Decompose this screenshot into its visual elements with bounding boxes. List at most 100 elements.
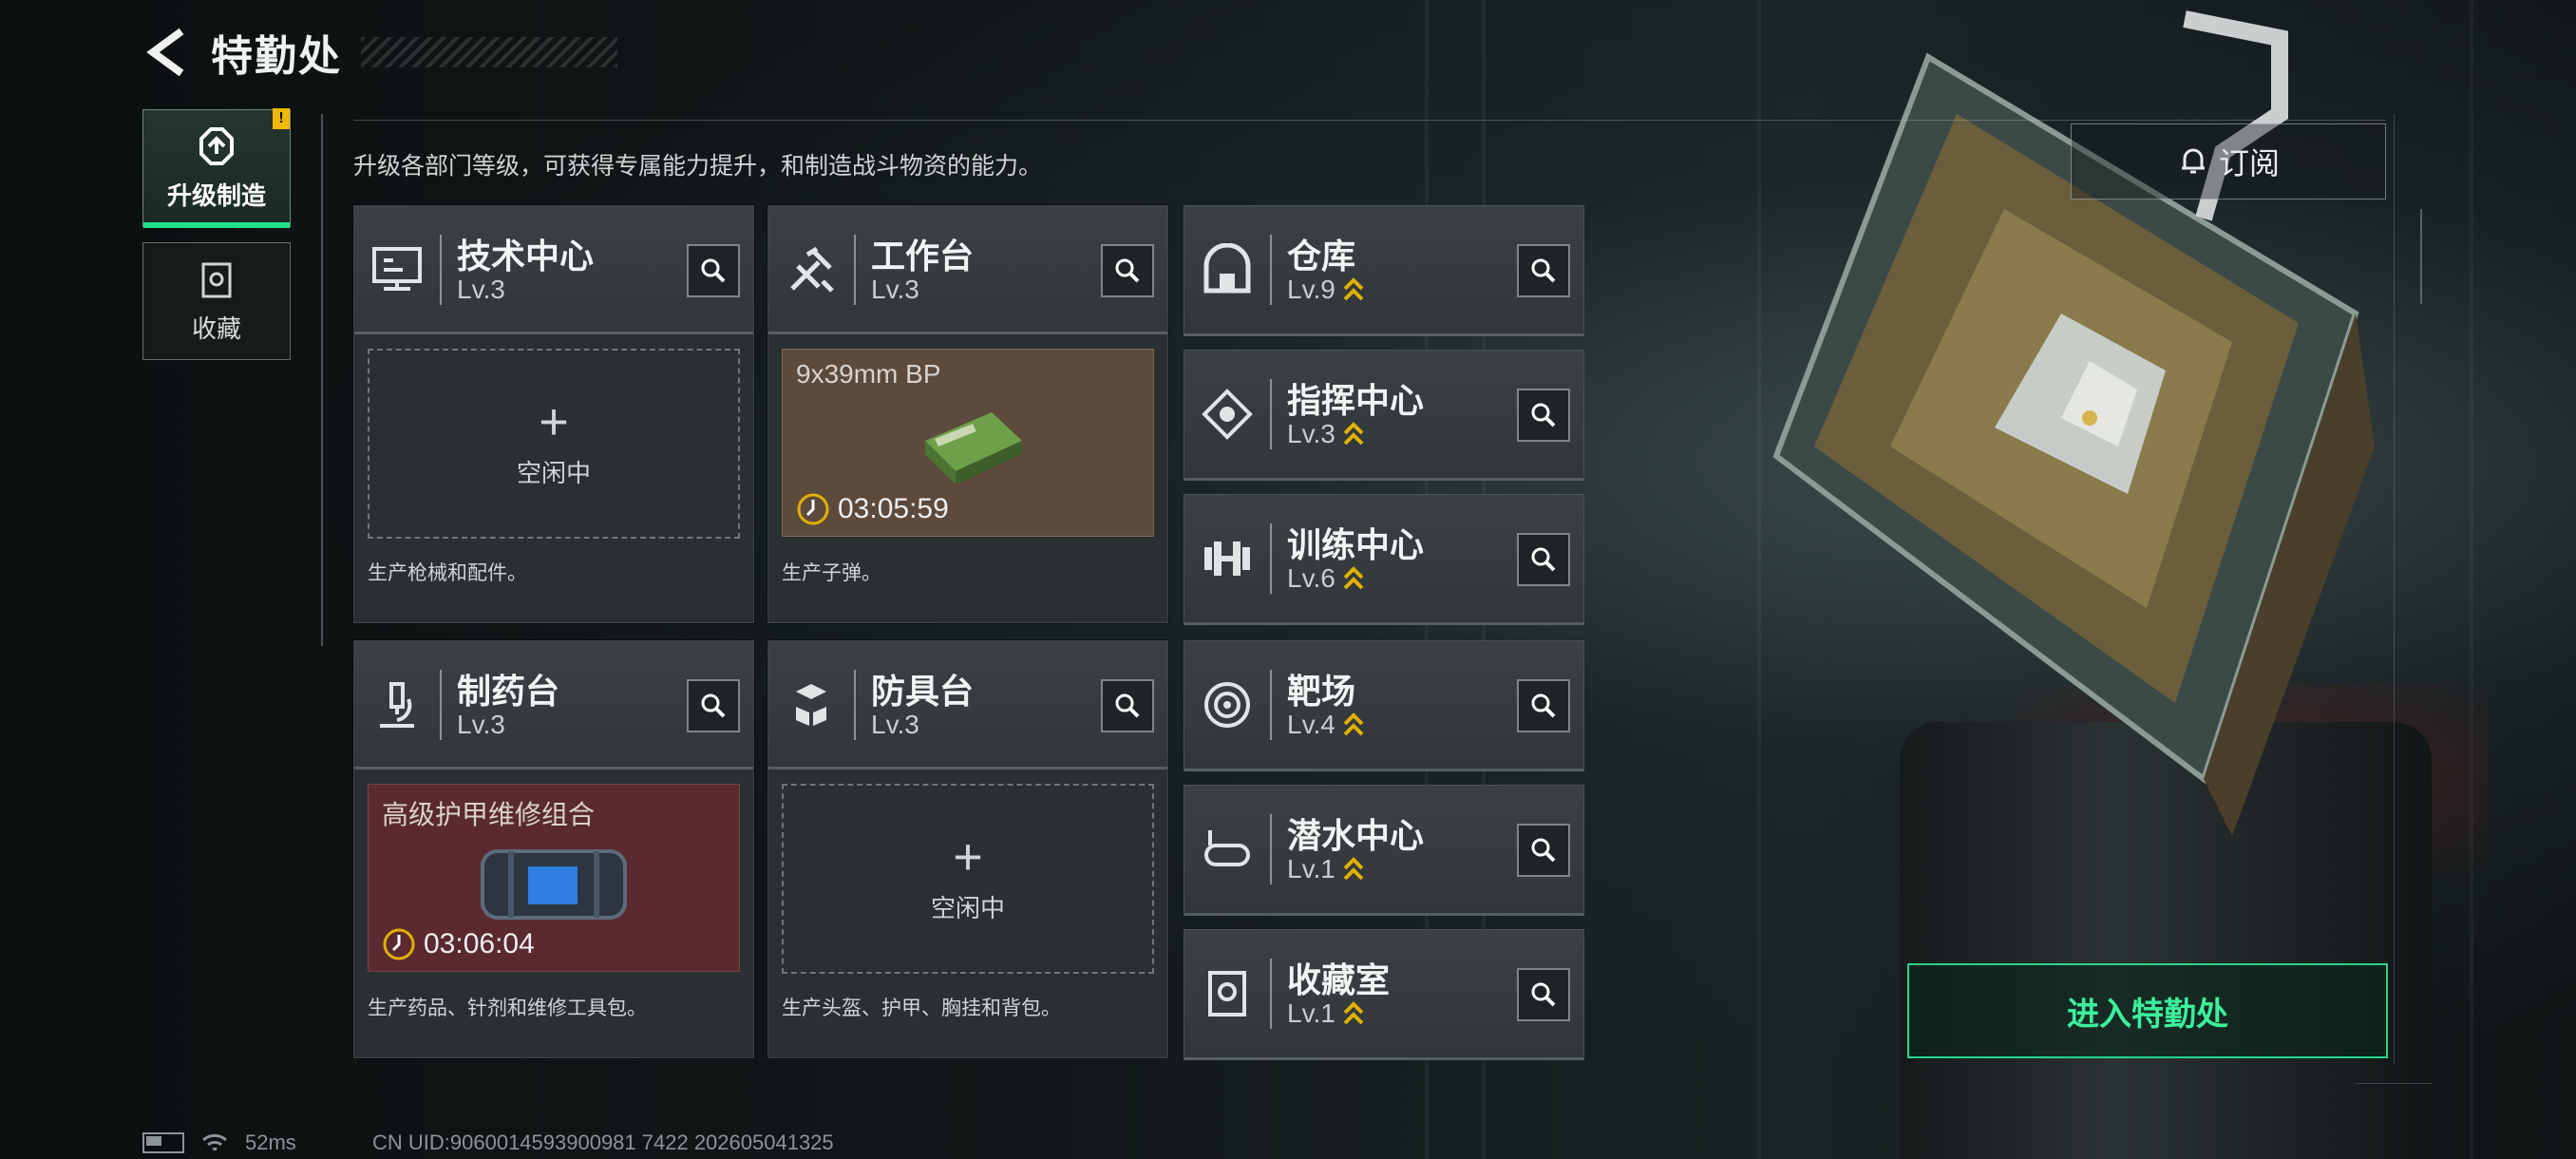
upgrade-available-icon: [1343, 712, 1364, 736]
page-header: 特勤处: [142, 24, 617, 81]
search-icon: [1531, 258, 1556, 283]
cubes-icon: [782, 675, 841, 734]
department-card-warehouse[interactable]: 仓库 Lv.9: [1184, 205, 1584, 336]
station-card-pharmacy[interactable]: 制药台 Lv.3 高级护甲维修组合 03:06:04 生产药品、针剂和维修工具包…: [353, 640, 754, 1058]
command-icon: [1198, 385, 1257, 444]
department-card-collection-room[interactable]: 收藏室 Lv.1: [1184, 929, 1584, 1060]
search-button[interactable]: [1101, 679, 1154, 732]
station-level: Lv.3: [871, 710, 919, 739]
ammo-box-image: [925, 412, 1022, 484]
department-name: 仓库: [1287, 237, 1356, 276]
search-icon: [701, 694, 726, 718]
department-name: 收藏室: [1287, 960, 1391, 999]
diving-icon: [1198, 820, 1257, 879]
production-slot-empty[interactable]: + 空闲中: [782, 784, 1154, 974]
department-level: Lv.1: [1287, 854, 1364, 884]
search-icon: [1115, 258, 1140, 283]
station-level: Lv.3: [457, 710, 505, 739]
department-card-diving-center[interactable]: 潜水中心 Lv.1: [1184, 785, 1584, 916]
collection-icon: [201, 262, 232, 297]
item-name: 高级护甲维修组合: [382, 800, 596, 829]
department-card-training-center[interactable]: 训练中心 Lv.6: [1184, 494, 1584, 625]
upgrade-available-icon: [1343, 1001, 1364, 1025]
search-button[interactable]: [1517, 968, 1570, 1021]
search-icon: [1115, 694, 1140, 718]
station-card-armor-bench[interactable]: 防具台 Lv.3 + 空闲中 生产头盔、护甲、胸挂和背包。: [767, 640, 1168, 1058]
item-name: 9x39mm BP: [796, 359, 941, 389]
bell-icon: [2181, 148, 2205, 174]
tab-collection[interactable]: 收藏: [142, 242, 291, 360]
dumbbell-icon: [1198, 529, 1257, 588]
station-card-workbench[interactable]: 工作台 Lv.3 9x39mm BP 03:05:59 生产子弹。: [767, 205, 1168, 623]
department-card-shooting-range[interactable]: 靶场 Lv.4: [1184, 640, 1584, 771]
upgrade-available-icon: [1343, 566, 1364, 590]
production-slot-active[interactable]: 9x39mm BP 03:05:59: [782, 349, 1154, 537]
department-level: Lv.1: [1287, 998, 1364, 1029]
slot-status: 空闲中: [516, 458, 591, 487]
production-slot-empty[interactable]: + 空闲中: [368, 349, 740, 539]
search-icon: [1531, 838, 1556, 863]
search-icon: [1531, 403, 1556, 428]
station-name: 制药台: [457, 672, 560, 711]
station-description: 生产子弹。: [782, 562, 881, 584]
tab-upgrade-craft[interactable]: ! 升级制造: [142, 108, 291, 228]
search-icon: [1531, 547, 1556, 572]
search-button[interactable]: [1517, 244, 1570, 297]
search-button[interactable]: [1517, 679, 1570, 732]
battery-icon: [142, 1132, 184, 1153]
department-card-command-center[interactable]: 指挥中心 Lv.3: [1184, 350, 1584, 481]
enter-special-ops-button[interactable]: 进入特勤处: [1907, 963, 2388, 1058]
department-level: Lv.4: [1287, 710, 1364, 740]
station-name: 技术中心: [457, 237, 595, 276]
add-icon: +: [953, 827, 983, 885]
search-button[interactable]: [687, 244, 740, 297]
station-name: 工作台: [871, 237, 975, 276]
subscribe-button[interactable]: 订阅: [2071, 124, 2386, 200]
upgrade-available-icon: [1343, 277, 1364, 301]
upgrade-available-icon: [1343, 857, 1364, 881]
station-level: Lv.3: [871, 275, 919, 304]
station-name: 防具台: [871, 672, 975, 711]
department-level: Lv.3: [1287, 419, 1364, 449]
search-button[interactable]: [1517, 533, 1570, 586]
page-title: 特勤处: [211, 33, 342, 80]
department-level: Lv.9: [1287, 275, 1364, 305]
tools-icon: [782, 240, 841, 299]
divider: [321, 114, 323, 646]
add-icon: +: [539, 392, 569, 450]
production-slot-active[interactable]: 高级护甲维修组合 03:06:04: [368, 784, 740, 972]
search-button[interactable]: [687, 679, 740, 732]
production-timer: 03:05:59: [796, 492, 949, 526]
user-uid: CN UID:9060014593900981 7422 20260504132…: [372, 1130, 834, 1154]
divider: [353, 120, 2386, 121]
status-bar: 52ms: [142, 1130, 296, 1155]
collection-icon: [1198, 964, 1257, 1023]
tab-label: 升级制造: [166, 180, 266, 210]
department-name: 指挥中心: [1287, 381, 1425, 420]
search-icon: [701, 258, 726, 283]
title-decoration: [361, 37, 617, 67]
station-level: Lv.3: [457, 275, 505, 304]
target-icon: [1198, 675, 1257, 734]
department-name: 训练中心: [1287, 525, 1425, 564]
warehouse-icon: [1198, 240, 1257, 299]
production-timer: 03:06:04: [382, 927, 535, 961]
upgrade-available-icon: [1343, 422, 1364, 446]
department-name: 靶场: [1287, 672, 1356, 711]
tab-label: 收藏: [191, 314, 241, 343]
notification-badge: !: [273, 108, 290, 129]
search-button[interactable]: [1517, 389, 1570, 442]
upgrade-icon: [199, 126, 234, 165]
station-card-tech-center[interactable]: 技术中心 Lv.3 + 空闲中 生产枪械和配件。: [353, 205, 754, 623]
station-description: 生产头盔、护甲、胸挂和背包。: [782, 998, 1061, 1019]
department-name: 潜水中心: [1287, 816, 1425, 855]
back-arrow-icon[interactable]: [142, 26, 190, 79]
search-button[interactable]: [1101, 244, 1154, 297]
search-button[interactable]: [1517, 824, 1570, 877]
computer-icon: [368, 240, 426, 299]
microscope-icon: [368, 675, 426, 734]
station-description: 生产枪械和配件。: [368, 562, 527, 584]
wifi-icon: [202, 1133, 227, 1151]
slot-status: 空闲中: [930, 893, 1005, 922]
department-level: Lv.6: [1287, 563, 1364, 594]
